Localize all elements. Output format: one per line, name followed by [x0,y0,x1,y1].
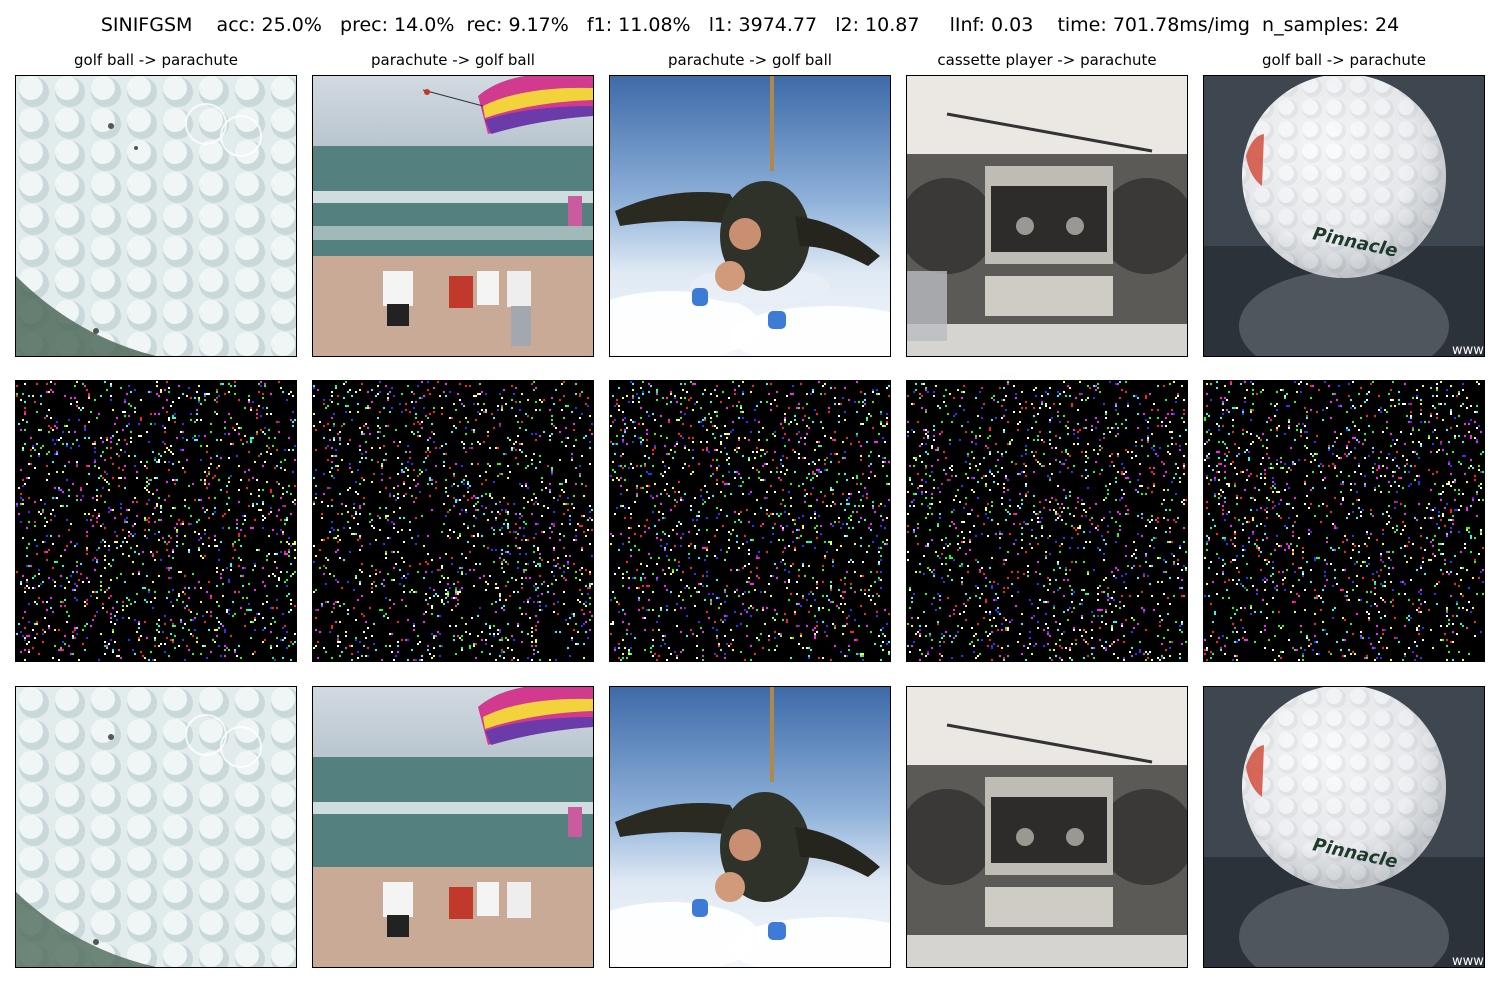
column-title: cassette player -> parachute [937,51,1157,69]
image-panel-golf-ball-closeup [15,75,297,357]
image-panel-beach-parasail [312,75,594,357]
watermark-text: www. [1452,343,1484,356]
column-title: parachute -> golf ball [371,51,535,69]
perturbation-panel [906,380,1188,662]
column-title: golf ball -> parachute [74,51,238,69]
watermark-text: www. [1452,954,1484,967]
image-panel-boombox [906,75,1188,357]
perturbation-panel [15,380,297,662]
adversarial-panel-beach-parasail [312,686,594,968]
figure-suptitle: SINIFGSM acc: 25.0% prec: 14.0% rec: 9.1… [100,14,1400,36]
perturbation-panel [1203,380,1485,662]
perturbation-panel [609,380,891,662]
column-title: parachute -> golf ball [668,51,832,69]
image-panel-pinnacle-golf-ball: Pinnacle www. [1203,75,1485,357]
adversarial-panel-boombox [906,686,1188,968]
adversarial-panel-golf-ball-closeup [15,686,297,968]
image-panel-tandem-skydivers [609,75,891,357]
adversarial-panel-tandem-skydivers [609,686,891,968]
column-title: golf ball -> parachute [1262,51,1426,69]
adversarial-panel-pinnacle-golf-ball: Pinnacle www. [1203,686,1485,968]
perturbation-panel [312,380,594,662]
